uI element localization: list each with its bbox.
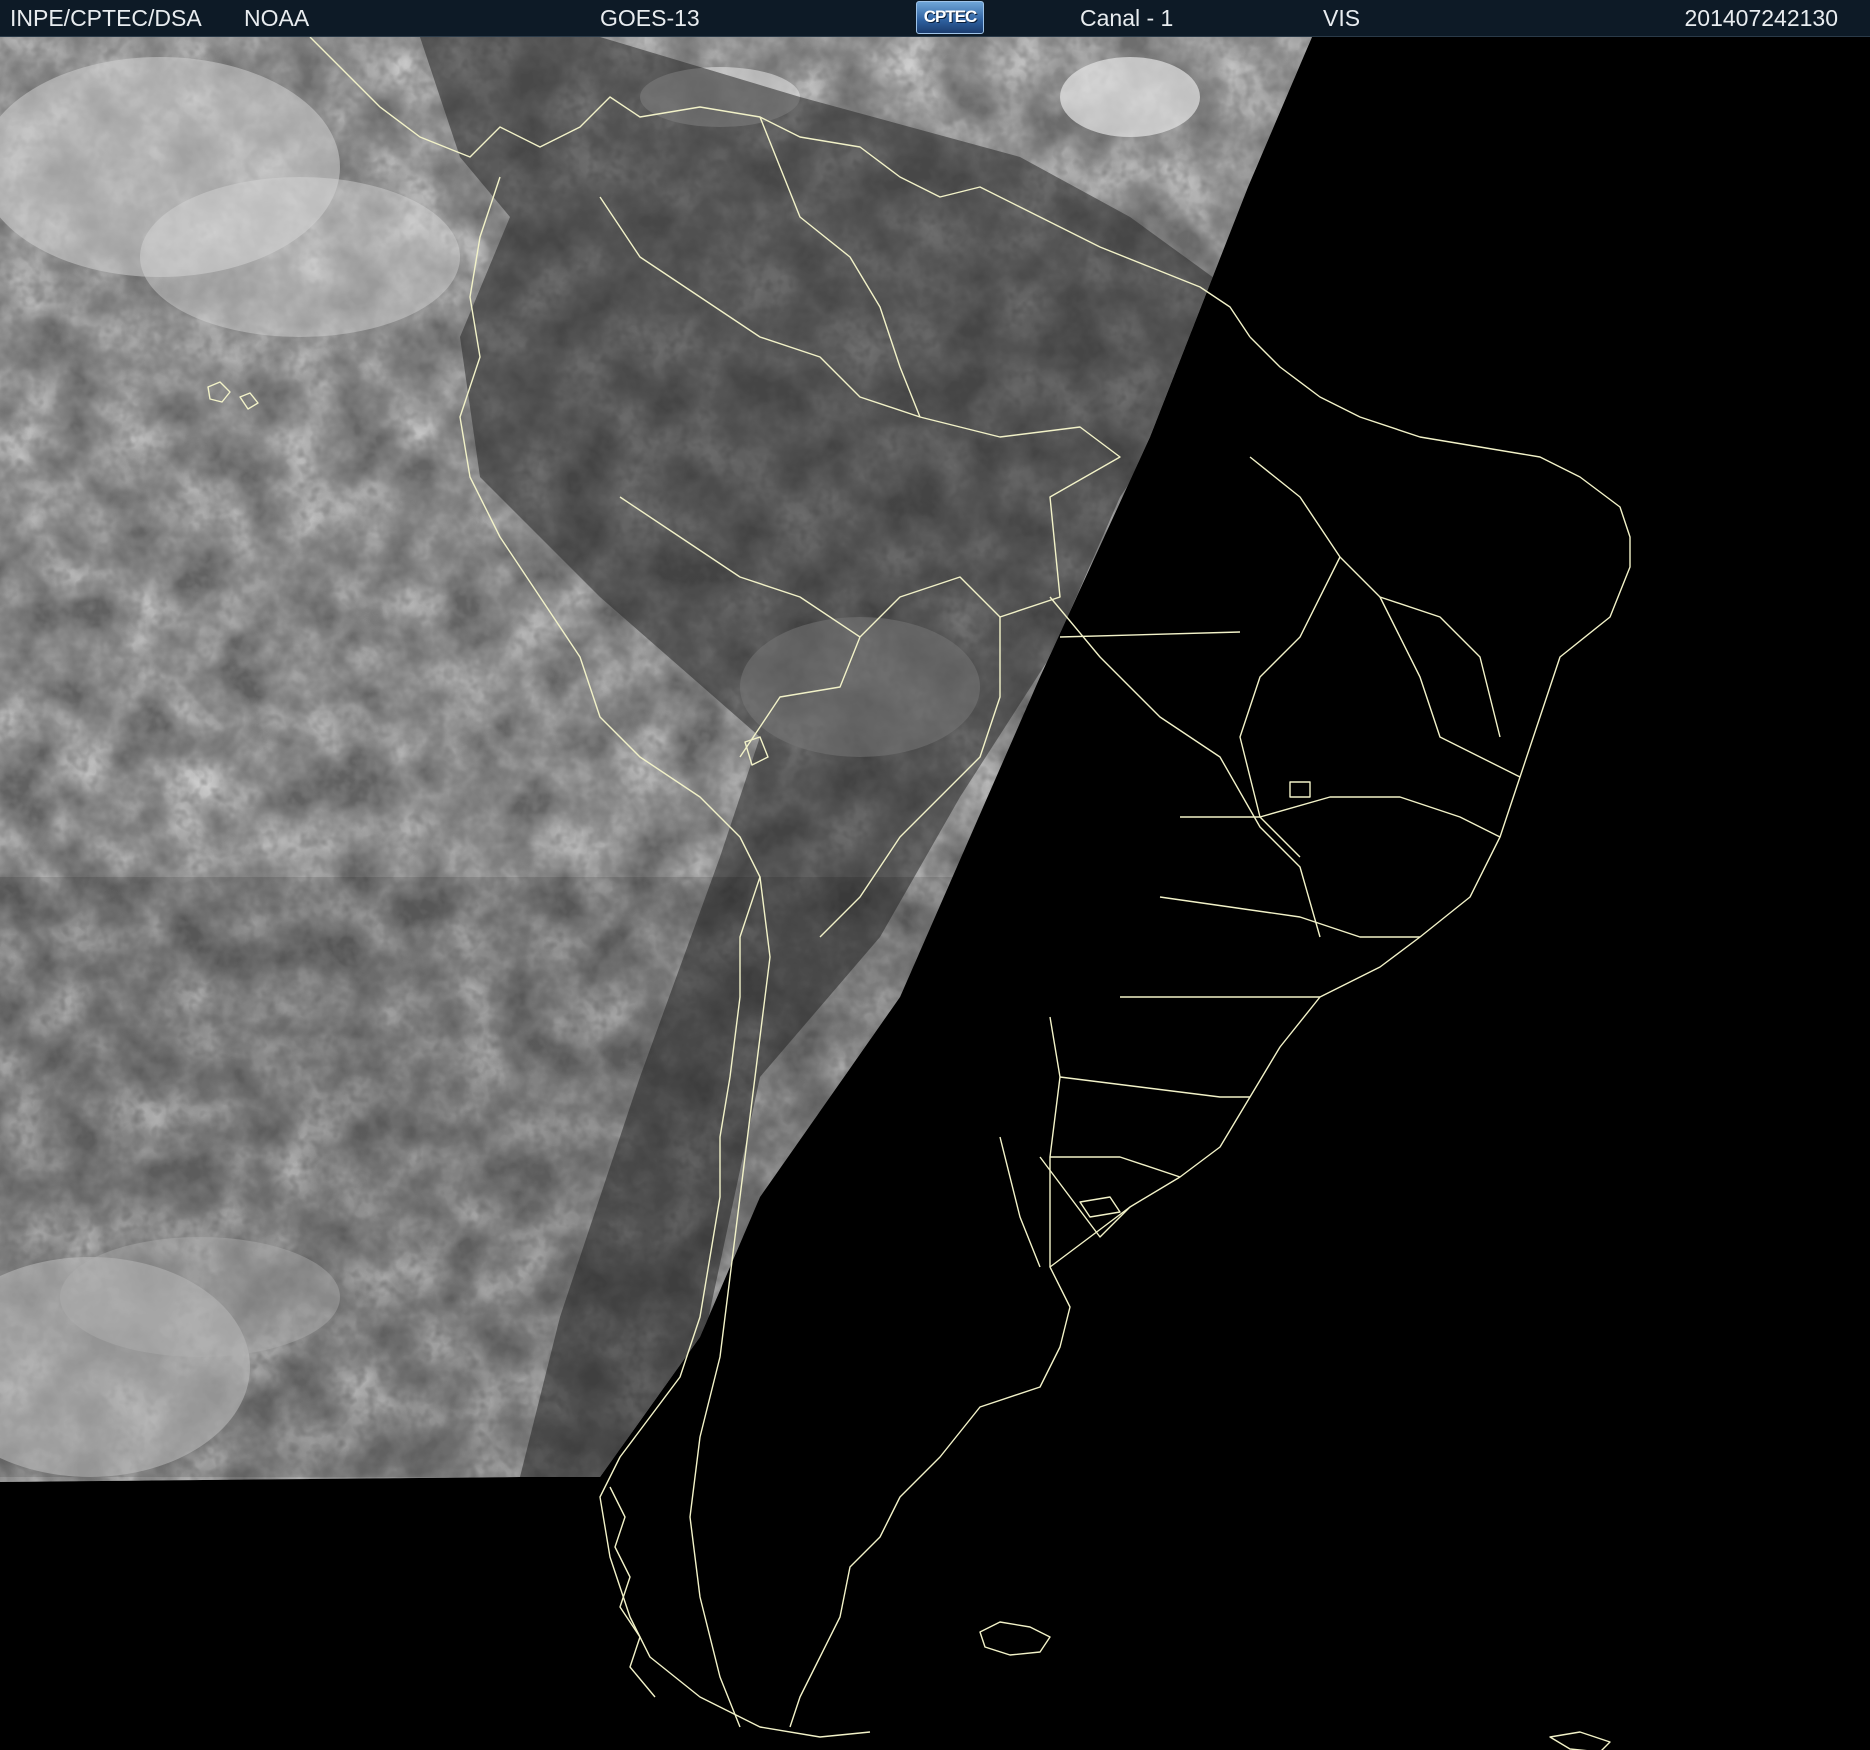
band-label: VIS	[1323, 5, 1361, 31]
organization-label: INPE/CPTEC/DSA	[10, 5, 202, 31]
satellite-imagery	[0, 37, 1631, 1750]
daylight-area	[0, 37, 1312, 1482]
channel-label: Canal - 1	[1080, 5, 1174, 31]
image-header-bar: INPE/CPTEC/DSA NOAA GOES-13 CPTEC Canal …	[0, 0, 1870, 37]
cptec-logo-text: CPTEC	[923, 7, 978, 26]
timestamp-label: 201407242130	[1684, 5, 1839, 31]
satellite-image-viewer: INPE/CPTEC/DSA NOAA GOES-13 CPTEC Canal …	[0, 0, 1870, 1750]
satellite-label: GOES-13	[600, 5, 700, 31]
cptec-logo: CPTEC	[916, 1, 984, 34]
agency-label: NOAA	[244, 5, 310, 31]
